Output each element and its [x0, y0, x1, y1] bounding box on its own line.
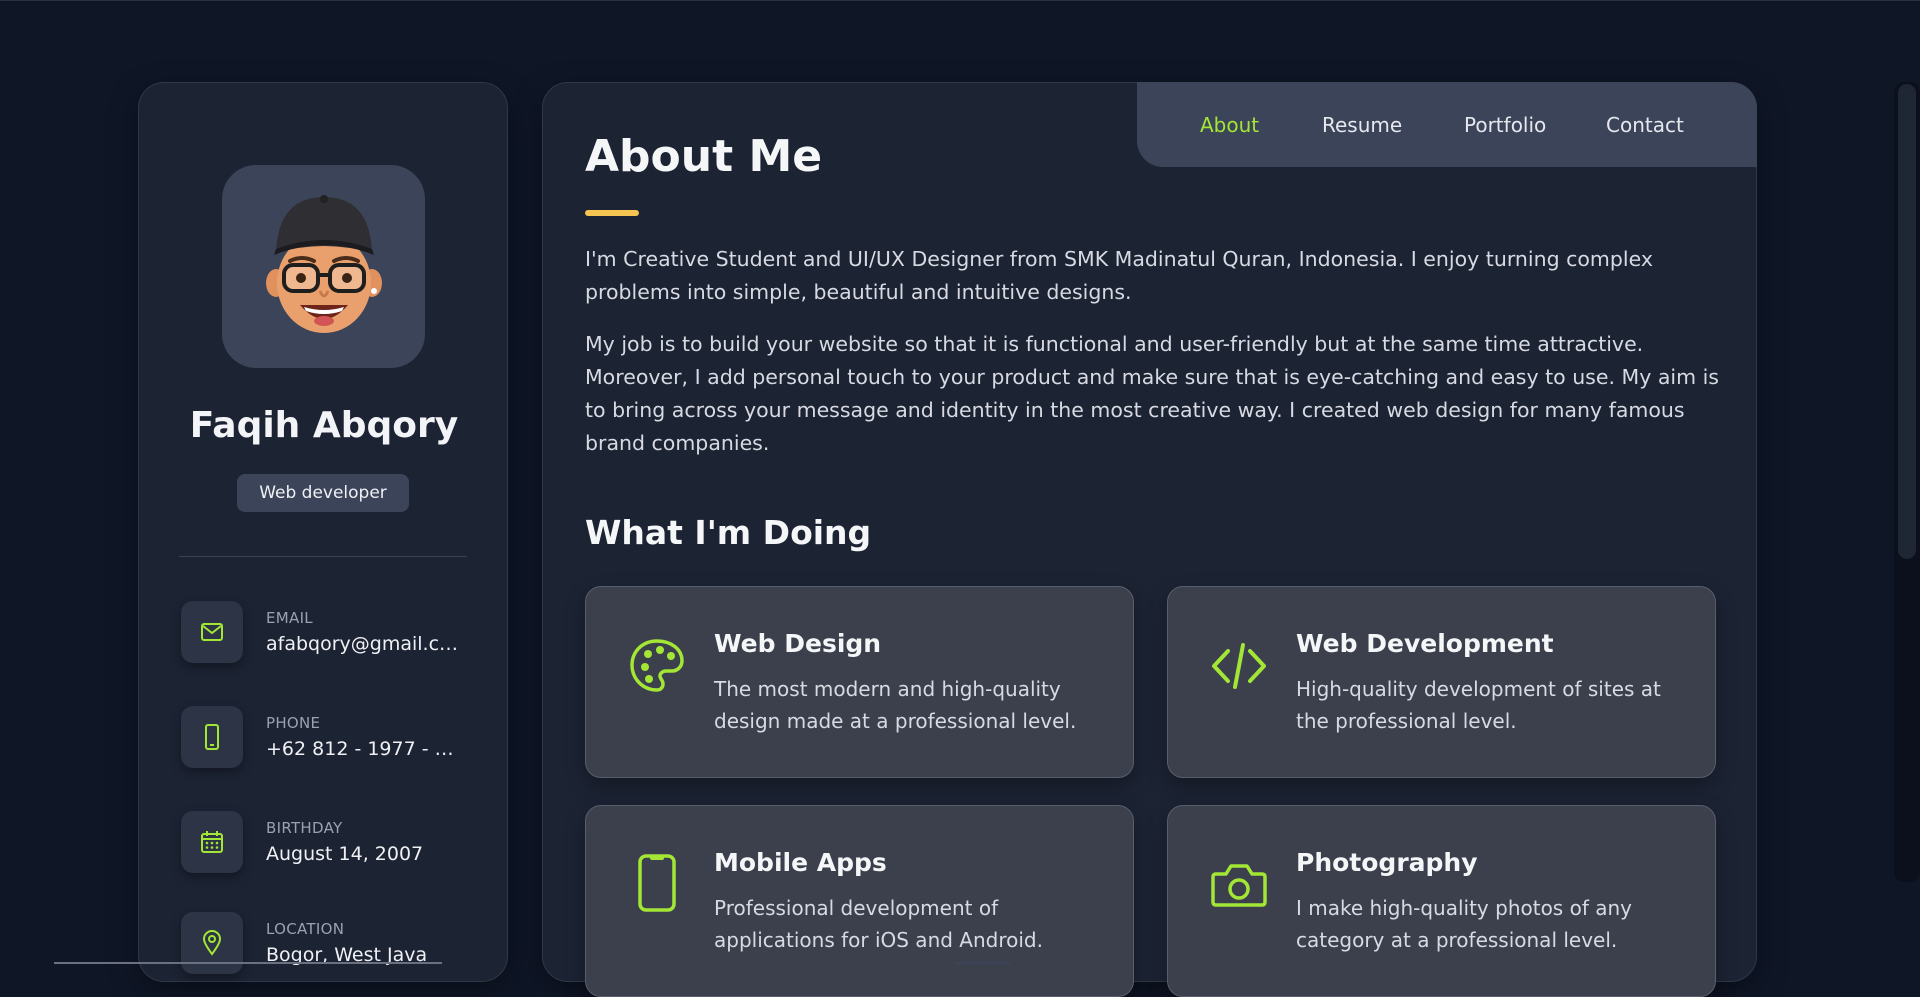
profile-name: Faqih Abqory [189, 405, 459, 446]
service-title: Web Design [714, 629, 882, 658]
nav-portfolio[interactable]: Portfolio [1464, 113, 1546, 137]
service-description: High-quality development of sites at the… [1296, 677, 1661, 733]
contact-phone: PHONE +62 812 - 1977 - XXXX [181, 706, 481, 770]
sidebar-divider [179, 556, 467, 557]
service-description: Professional development of applications… [714, 896, 1043, 952]
service-card-web-design: Web Design The most modern and high-qual… [585, 586, 1134, 778]
contact-label: BIRTHDAY [266, 819, 343, 837]
email-link[interactable]: afabqory@gmail.com [266, 633, 466, 655]
smartphone-icon [638, 854, 676, 912]
service-title: Mobile Apps [714, 848, 887, 877]
contact-label: PHONE [266, 714, 321, 732]
profile-sidebar: Faqih Abqory Web developer EMAIL afabqor… [138, 82, 508, 982]
title-underline [585, 210, 639, 216]
contact-value: August 14, 2007 [266, 843, 424, 865]
phone-icon [181, 706, 243, 768]
avatar [222, 165, 425, 368]
window-top-edge [0, 0, 1920, 1]
mail-icon [181, 601, 243, 663]
nav-about[interactable]: About [1200, 113, 1259, 137]
service-card-photography: Photography I make high-quality photos o… [1167, 805, 1716, 997]
main-panel: About Resume Portfolio Contact About Me … [542, 82, 1757, 997]
contact-label: EMAIL [266, 609, 313, 627]
services-title: What I'm Doing [585, 513, 872, 552]
role-badge: Web developer [237, 474, 409, 512]
location-pin-icon [181, 912, 243, 974]
contact-birthday: BIRTHDAY August 14, 2007 [181, 811, 481, 875]
about-paragraph: My job is to build your website so that … [585, 332, 1719, 455]
service-card-mobile-apps: Mobile Apps Professional development of … [585, 805, 1134, 997]
phone-link[interactable]: +62 812 - 1977 - XXXX [266, 738, 466, 760]
service-title: Web Development [1296, 629, 1554, 658]
top-navbar: About Resume Portfolio Contact [1137, 82, 1757, 167]
service-card-web-development: Web Development High-quality development… [1167, 586, 1716, 778]
service-description: The most modern and high-quality design … [714, 677, 1077, 733]
calendar-icon [181, 811, 243, 873]
palette-icon [630, 639, 684, 692]
service-description: I make high-quality photos of any catego… [1296, 896, 1632, 952]
service-title: Photography [1296, 848, 1478, 877]
nav-resume[interactable]: Resume [1322, 113, 1402, 137]
code-icon [1212, 643, 1266, 689]
contact-email: EMAIL afabqory@gmail.com [181, 601, 481, 665]
memoji-avatar-icon [266, 195, 382, 333]
contact-label: LOCATION [266, 920, 345, 938]
about-paragraph: I'm Creative Student and UI/UX Designer … [585, 247, 1653, 304]
camera-icon [1211, 864, 1267, 907]
contact-location: LOCATION Bogor, West Java [181, 912, 481, 976]
page-title: About Me [585, 131, 823, 182]
page-scrollbar-thumb[interactable] [1898, 84, 1916, 559]
nav-contact[interactable]: Contact [1606, 113, 1684, 137]
